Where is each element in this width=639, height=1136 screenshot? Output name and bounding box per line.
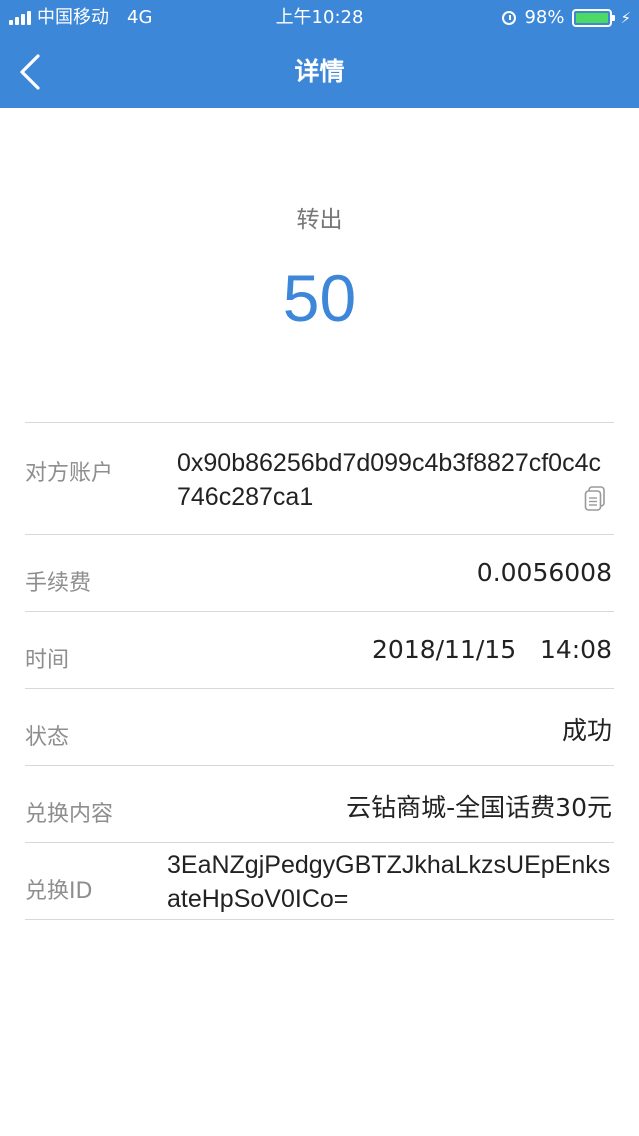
transaction-summary: 转出 50 (0, 108, 639, 422)
detail-row-exchange-content: 兑换内容 云钻商城-全国话费30元 (25, 766, 614, 843)
nav-bar: 详情 (0, 36, 639, 108)
time-label: 时间 (25, 648, 70, 673)
counterparty-address[interactable]: 0x90b86256bd7d099c4b3f8827cf0c4c746c287c… (177, 446, 612, 514)
transaction-details: 对方账户 0x90b86256bd7d099c4b3f8827cf0c4c746… (25, 422, 614, 920)
detail-row-time: 时间 2018/11/15 14:08 (25, 612, 614, 689)
exchange-content-label: 兑换内容 (25, 802, 114, 827)
fee-label: 手续费 (25, 571, 92, 596)
copy-icon[interactable] (584, 486, 606, 512)
app-header: 中国移动 4G 上午10:28 98% ⚡︎ 详情 (0, 0, 639, 108)
status-bar: 中国移动 4G 上午10:28 98% ⚡︎ (0, 0, 639, 36)
status-label: 状态 (25, 725, 70, 750)
counterparty-label: 对方账户 (25, 461, 114, 486)
detail-row-exchange-id: 兑换ID 3EaNZgjPedgyGBTZJkhaLkzsUEpEnksateH… (25, 843, 614, 920)
transaction-amount: 50 (282, 261, 357, 335)
transaction-type: 转出 (296, 207, 343, 233)
exchange-id-value[interactable]: 3EaNZgjPedgyGBTZJkhaLkzsUEpEnksateHpSoV0… (167, 848, 612, 916)
alarm-icon (502, 11, 517, 25)
detail-row-fee: 手续费 0.0056008 (25, 535, 614, 612)
status-value: 成功 (561, 716, 612, 745)
fee-value: 0.0056008 (476, 558, 612, 587)
detail-row-counterparty: 对方账户 0x90b86256bd7d099c4b3f8827cf0c4c746… (25, 423, 614, 535)
charging-bolt-icon: ⚡︎ (620, 9, 631, 27)
battery-icon (572, 9, 616, 27)
page-title: 详情 (294, 57, 345, 86)
exchange-id-label: 兑换ID (25, 879, 93, 904)
status-right: 98% ⚡︎ (502, 0, 631, 36)
battery-percent: 98% (524, 7, 565, 28)
time-value: 2018/11/15 14:08 (372, 635, 612, 664)
exchange-content-value: 云钻商城-全国话费30元 (346, 793, 612, 822)
detail-row-status: 状态 成功 (25, 689, 614, 766)
battery-fill (576, 13, 608, 23)
